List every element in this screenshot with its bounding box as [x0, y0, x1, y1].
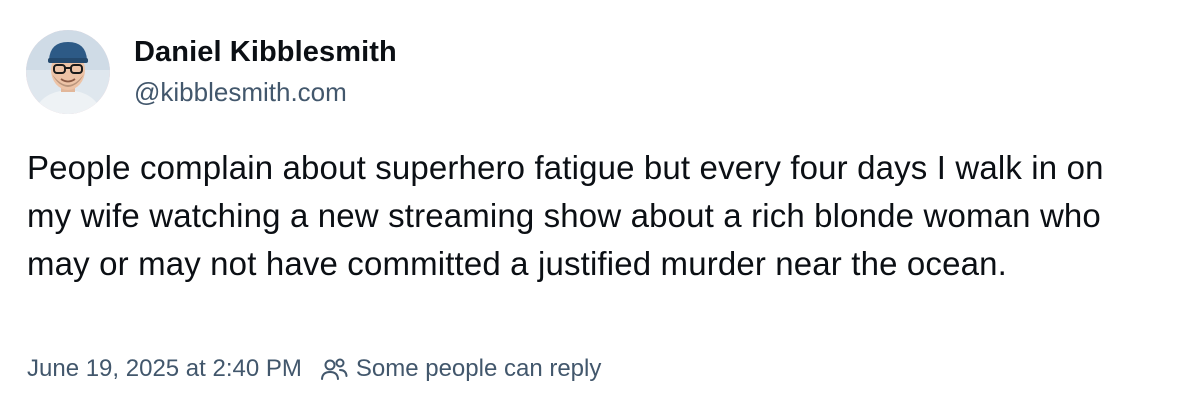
post-meta: June 19, 2025 at 2:40 PM Some people can… [27, 353, 601, 385]
author-handle[interactable]: @kibblesmith.com [134, 75, 397, 109]
avatar[interactable] [26, 30, 110, 114]
people-icon [320, 356, 348, 382]
reply-setting[interactable]: Some people can reply [356, 353, 601, 385]
author-display-name[interactable]: Daniel Kibblesmith [134, 33, 397, 71]
post-card: Daniel Kibblesmith @kibblesmith.com Peop… [0, 0, 1190, 400]
post-text: People complain about superhero fatigue … [27, 149, 1113, 282]
post-timestamp[interactable]: June 19, 2025 at 2:40 PM [27, 353, 302, 385]
avatar-image [26, 30, 110, 114]
post-header: Daniel Kibblesmith @kibblesmith.com [26, 30, 397, 114]
author-identity: Daniel Kibblesmith @kibblesmith.com [134, 33, 397, 109]
